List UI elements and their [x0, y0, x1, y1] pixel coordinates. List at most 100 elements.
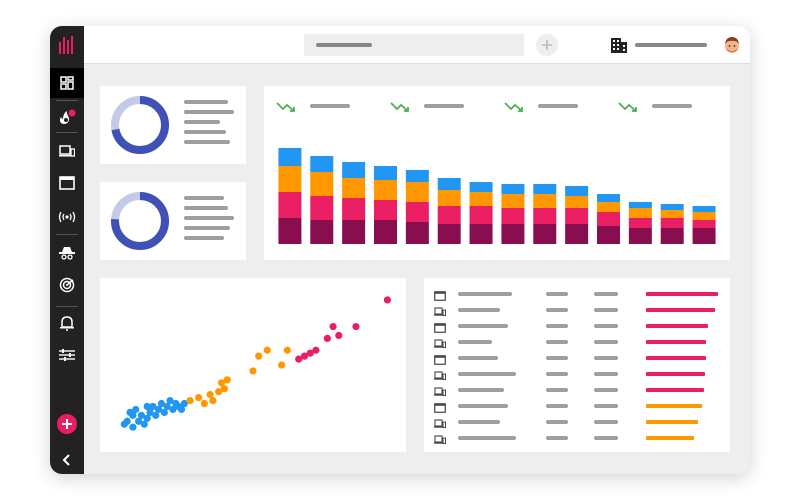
device-stat	[546, 388, 568, 392]
device-name	[458, 388, 504, 392]
legend-line	[184, 140, 230, 144]
device-value-bar	[646, 340, 707, 344]
donut-card[interactable]	[100, 86, 246, 164]
sidebar-divider	[56, 100, 78, 101]
list-item[interactable]	[424, 415, 730, 429]
devices-icon	[59, 145, 75, 157]
donut-card[interactable]	[100, 182, 246, 260]
donut-chart	[111, 96, 169, 154]
bar-segment	[374, 200, 397, 220]
add-button[interactable]	[57, 414, 77, 434]
scatter-point	[223, 376, 231, 384]
bar-segment	[628, 218, 652, 228]
legend-line	[184, 110, 234, 114]
device-stat	[546, 404, 568, 408]
device-stat	[594, 292, 618, 296]
scatter-point	[126, 408, 134, 416]
collapse-sidebar-button[interactable]	[50, 446, 84, 474]
building-icon[interactable]	[611, 37, 627, 53]
new-item-button[interactable]	[536, 34, 558, 56]
device-value-bar	[646, 388, 704, 392]
scatter-point	[283, 346, 291, 354]
avatar-icon[interactable]	[722, 35, 742, 55]
bar-logo-icon[interactable]	[50, 26, 84, 64]
sidebar-item-network[interactable]	[50, 202, 84, 232]
device-stat	[546, 292, 568, 296]
list-item[interactable]	[424, 431, 730, 445]
bar-segment	[437, 178, 461, 190]
device-list-card[interactable]	[424, 278, 730, 452]
sidebar-item-threats[interactable]	[50, 102, 84, 132]
top-bar	[84, 26, 750, 64]
fire-icon	[60, 109, 76, 124]
broadcast-icon	[58, 211, 76, 223]
scatter-point	[123, 417, 131, 425]
bar-segment	[469, 206, 493, 224]
device-name	[458, 292, 512, 296]
device-value-bar	[646, 436, 694, 440]
sidebar-item-dashboard[interactable]	[50, 68, 84, 98]
device-name	[458, 340, 492, 344]
list-item[interactable]	[424, 319, 730, 333]
list-item[interactable]	[424, 367, 730, 381]
organization-name[interactable]	[635, 43, 707, 47]
stacked-bar-card[interactable]	[264, 86, 730, 260]
device-stat	[594, 372, 618, 376]
scatter-point	[263, 346, 271, 354]
bar-segment	[501, 194, 525, 208]
sidebar-item-windows[interactable]	[50, 168, 84, 198]
device-stat	[594, 388, 618, 392]
window-icon	[59, 176, 75, 190]
legend-line	[184, 206, 228, 210]
chevron-left-icon	[62, 454, 70, 466]
sidebar-item-incognito[interactable]	[50, 238, 84, 268]
stacked-bar-chart	[278, 148, 716, 244]
list-item[interactable]	[424, 383, 730, 397]
scatter-point	[278, 361, 286, 369]
device-stat	[594, 324, 618, 328]
sidebar-item-devices[interactable]	[50, 136, 84, 166]
device-stat	[546, 420, 568, 424]
list-item[interactable]	[424, 335, 730, 349]
device-stat	[546, 436, 568, 440]
device-stat	[594, 340, 618, 344]
legend-line	[184, 236, 224, 240]
bar-segment	[405, 182, 429, 202]
bar-segment	[342, 162, 366, 178]
bar-segment	[374, 180, 397, 200]
sidebar-item-radar[interactable]	[50, 270, 84, 300]
bar-segment	[533, 208, 557, 224]
bar-segment	[374, 220, 397, 244]
bar-segment	[437, 206, 461, 224]
legend-line	[184, 226, 230, 230]
bar-segment	[405, 170, 429, 182]
device-name	[458, 356, 498, 360]
bar-segment	[692, 206, 716, 212]
bar-segment	[469, 192, 493, 206]
list-item[interactable]	[424, 399, 730, 413]
device-value-bar	[646, 404, 703, 408]
sidebar-item-settings[interactable]	[50, 340, 84, 370]
bar-segment	[278, 148, 302, 166]
bar-segment	[597, 202, 620, 212]
device-name	[458, 436, 516, 440]
device-stat	[594, 404, 618, 408]
bar-segment	[469, 224, 493, 244]
scatter-point	[335, 331, 343, 340]
radar-icon	[59, 277, 75, 293]
sidebar-item-alerts[interactable]	[50, 308, 84, 338]
scatter-card[interactable]	[100, 278, 406, 452]
list-item[interactable]	[424, 351, 730, 365]
dashboard-icon	[60, 76, 74, 90]
scatter-chart	[120, 296, 392, 431]
list-item[interactable]	[424, 287, 730, 301]
legend-line	[184, 130, 226, 134]
bar-segment	[660, 210, 684, 218]
device-value-bar	[646, 420, 698, 424]
sidebar	[50, 26, 84, 474]
search-input[interactable]	[304, 34, 524, 56]
incognito-icon	[59, 247, 75, 260]
list-item[interactable]	[424, 303, 730, 317]
scatter-point	[329, 322, 337, 331]
bar-segment	[565, 196, 589, 208]
